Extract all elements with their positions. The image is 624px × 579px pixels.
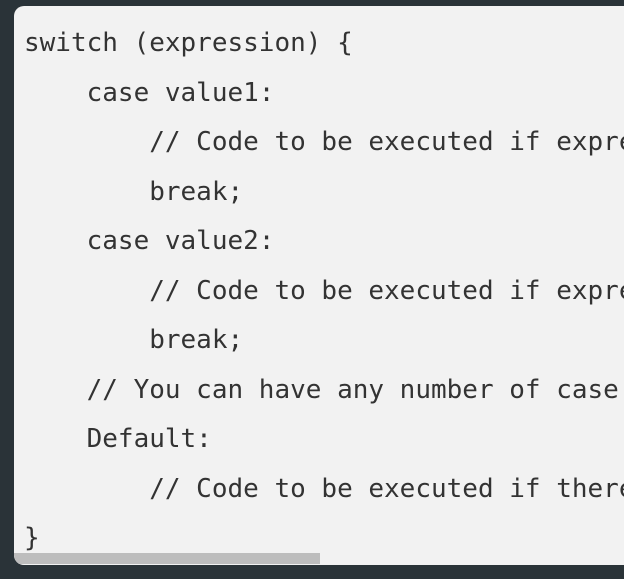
- code-line: // Code to be executed if expression mat…: [149, 127, 624, 157]
- code-line: // Code to be executed if there is no ma…: [149, 473, 624, 504]
- code-line: break;: [24, 325, 244, 355]
- code-line: break;: [24, 176, 244, 207]
- horizontal-scrollbar-track[interactable]: [14, 553, 624, 564]
- code-panel: switch (expression) { case value1: // Co…: [14, 6, 624, 565]
- code-line: switch (expression) {: [24, 28, 353, 58]
- code-line: // You can have any number of case state…: [86, 374, 619, 405]
- code-line: Default:: [24, 424, 212, 454]
- code-snippet-screenshot: switch (expression) { case value1: // Co…: [0, 0, 624, 579]
- code-line: case value2:: [24, 226, 275, 256]
- horizontal-scrollbar-thumb[interactable]: [14, 553, 320, 564]
- code-block: switch (expression) { case value1: // Co…: [14, 6, 624, 564]
- code-scroll-viewport[interactable]: switch (expression) { case value1: // Co…: [14, 6, 624, 565]
- code-line: // Code to be executed if expression mat…: [149, 275, 624, 306]
- code-line: case value1:: [24, 77, 275, 108]
